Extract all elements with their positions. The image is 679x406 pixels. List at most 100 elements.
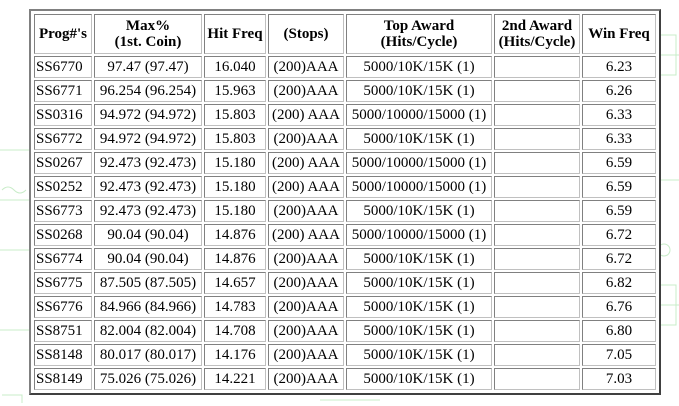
cell-stops: (200) AAA: [268, 152, 344, 174]
cell-hit-freq: 14.708: [204, 320, 266, 342]
cell-prog: SS8149: [34, 368, 92, 390]
header-win-freq: Win Freq: [582, 14, 656, 54]
cell-win-freq: 6.72: [582, 248, 656, 270]
header-row: Prog#'s Max% (1st. Coin) Hit Freq (Stops)…: [34, 14, 656, 54]
cell-second-award: [494, 56, 580, 78]
cell-second-award: [494, 104, 580, 126]
cell-win-freq: 6.72: [582, 224, 656, 246]
cell-second-award: [494, 200, 580, 222]
cell-stops: (200)AAA: [268, 200, 344, 222]
cell-top-award: 5000/10K/15K (1): [346, 296, 492, 318]
cell-hit-freq: 16.040: [204, 56, 266, 78]
cell-max: 82.004 (82.004): [94, 320, 202, 342]
table-row: SS0268 90.04 (90.04) 14.876 (200) AAA 5000/1…: [34, 224, 656, 246]
table-row: SS6773 92.473 (92.473) 15.180 (200)AAA 5000/…: [34, 200, 656, 222]
cell-second-award: [494, 344, 580, 366]
cell-stops: (200)AAA: [268, 344, 344, 366]
cell-stops: (200) AAA: [268, 104, 344, 126]
cell-second-award: [494, 296, 580, 318]
table-row: SS6772 94.972 (94.972) 15.803 (200)AAA 5000/…: [34, 128, 656, 150]
cell-prog: SS6770: [34, 56, 92, 78]
cell-prog: SS0252: [34, 176, 92, 198]
cell-top-award: 5000/10K/15K (1): [346, 80, 492, 102]
cell-top-award: 5000/10000/15000 (1): [346, 176, 492, 198]
cell-win-freq: 6.59: [582, 200, 656, 222]
cell-top-award: 5000/10000/15000 (1): [346, 104, 492, 126]
cell-prog: SS0316: [34, 104, 92, 126]
table-row: SS6771 96.254 (96.254) 15.963 (200)AAA 5000/…: [34, 80, 656, 102]
cell-prog: SS6771: [34, 80, 92, 102]
cell-max: 94.972 (94.972): [94, 128, 202, 150]
cell-prog: SS6774: [34, 248, 92, 270]
cell-top-award: 5000/10000/15000 (1): [346, 224, 492, 246]
cell-stops: (200)AAA: [268, 368, 344, 390]
cell-hit-freq: 15.803: [204, 104, 266, 126]
cell-top-award: 5000/10K/15K (1): [346, 248, 492, 270]
cell-top-award: 5000/10K/15K (1): [346, 344, 492, 366]
cell-hit-freq: 15.180: [204, 176, 266, 198]
cell-max: 80.017 (80.017): [94, 344, 202, 366]
cell-stops: (200) AAA: [268, 176, 344, 198]
cell-max: 84.966 (84.966): [94, 296, 202, 318]
cell-win-freq: 6.33: [582, 104, 656, 126]
header-second-award: 2nd Award (Hits/Cycle): [494, 14, 580, 54]
cell-top-award: 5000/10K/15K (1): [346, 320, 492, 342]
cell-second-award: [494, 272, 580, 294]
header-max: Max% (1st. Coin): [94, 14, 202, 54]
cell-stops: (200)AAA: [268, 80, 344, 102]
cell-max: 92.473 (92.473): [94, 176, 202, 198]
cell-stops: (200)AAA: [268, 272, 344, 294]
cell-hit-freq: 14.783: [204, 296, 266, 318]
table-row: SS6775 87.505 (87.505) 14.657 (200)AAA 5000/…: [34, 272, 656, 294]
cell-second-award: [494, 176, 580, 198]
cell-hit-freq: 14.876: [204, 224, 266, 246]
cell-max: 90.04 (90.04): [94, 248, 202, 270]
cell-max: 92.473 (92.473): [94, 152, 202, 174]
cell-win-freq: 6.26: [582, 80, 656, 102]
cell-win-freq: 7.05: [582, 344, 656, 366]
cell-max: 96.254 (96.254): [94, 80, 202, 102]
cell-top-award: 5000/10000/15000 (1): [346, 152, 492, 174]
table-body: SS6770 97.47 (97.47) 16.040 (200)AAA 5000/10…: [34, 56, 656, 390]
cell-hit-freq: 14.176: [204, 344, 266, 366]
cell-top-award: 5000/10K/15K (1): [346, 272, 492, 294]
cell-hit-freq: 15.963: [204, 80, 266, 102]
cell-stops: (200)AAA: [268, 56, 344, 78]
cell-win-freq: 6.59: [582, 152, 656, 174]
cell-stops: (200)AAA: [268, 320, 344, 342]
cell-win-freq: 6.59: [582, 176, 656, 198]
cell-stops: (200)AAA: [268, 128, 344, 150]
cell-top-award: 5000/10K/15K (1): [346, 368, 492, 390]
table-row: SS0252 92.473 (92.473) 15.180 (200) AAA 5000…: [34, 176, 656, 198]
cell-prog: SS8751: [34, 320, 92, 342]
cell-second-award: [494, 224, 580, 246]
cell-prog: SS0267: [34, 152, 92, 174]
cell-stops: (200) AAA: [268, 224, 344, 246]
cell-win-freq: 6.76: [582, 296, 656, 318]
cell-top-award: 5000/10K/15K (1): [346, 56, 492, 78]
cell-win-freq: 6.23: [582, 56, 656, 78]
cell-max: 87.505 (87.505): [94, 272, 202, 294]
table-row: SS6776 84.966 (84.966) 14.783 (200)AAA 5000/…: [34, 296, 656, 318]
cell-win-freq: 6.80: [582, 320, 656, 342]
cell-second-award: [494, 320, 580, 342]
header-stops: (Stops): [268, 14, 344, 54]
paytable: Prog#'s Max% (1st. Coin) Hit Freq (Stops)…: [32, 12, 658, 392]
table-row: SS0316 94.972 (94.972) 15.803 (200) AAA 5000…: [34, 104, 656, 126]
table-row: SS8751 82.004 (82.004) 14.708 (200)AAA 5000/…: [34, 320, 656, 342]
cell-top-award: 5000/10K/15K (1): [346, 200, 492, 222]
cell-prog: SS6775: [34, 272, 92, 294]
cell-max: 94.972 (94.972): [94, 104, 202, 126]
cell-stops: (200)AAA: [268, 296, 344, 318]
table-row: SS0267 92.473 (92.473) 15.180 (200) AAA 5000…: [34, 152, 656, 174]
cell-hit-freq: 15.180: [204, 200, 266, 222]
cell-max: 97.47 (97.47): [94, 56, 202, 78]
table-row: SS6770 97.47 (97.47) 16.040 (200)AAA 5000/10…: [34, 56, 656, 78]
cell-stops: (200)AAA: [268, 248, 344, 270]
cell-prog: SS6772: [34, 128, 92, 150]
cell-win-freq: 6.82: [582, 272, 656, 294]
cell-max: 90.04 (90.04): [94, 224, 202, 246]
table-row: SS6774 90.04 (90.04) 14.876 (200)AAA 5000/10…: [34, 248, 656, 270]
cell-hit-freq: 14.221: [204, 368, 266, 390]
cell-max: 75.026 (75.026): [94, 368, 202, 390]
